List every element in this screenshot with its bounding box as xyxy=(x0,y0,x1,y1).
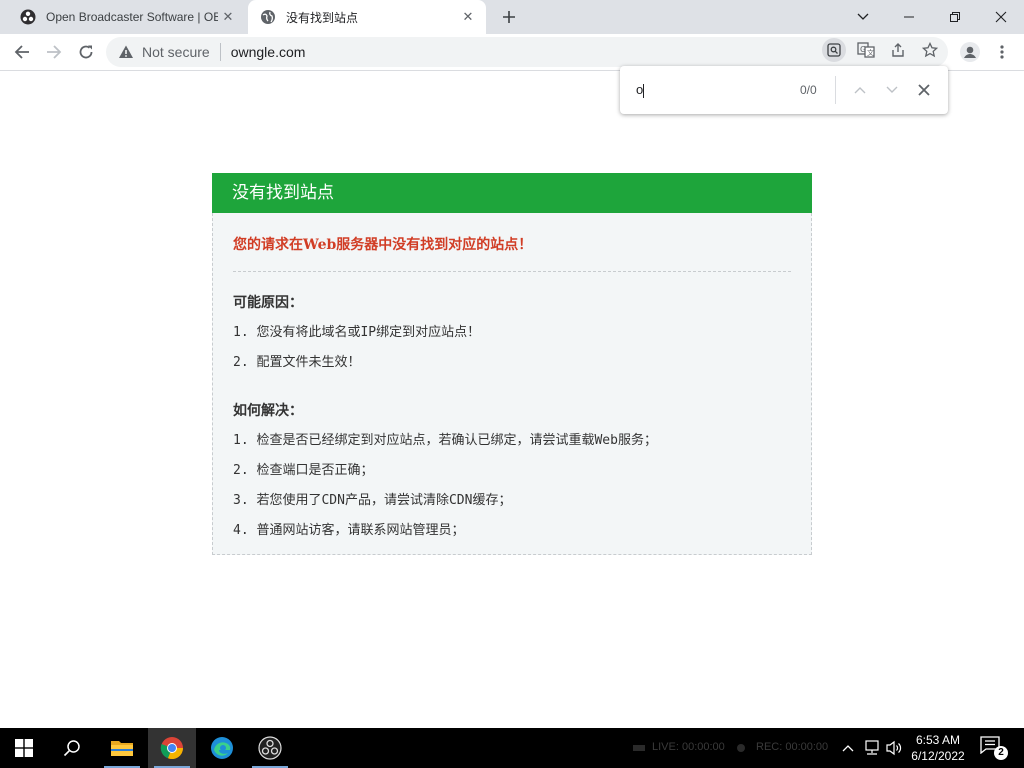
plus-icon xyxy=(503,11,515,23)
tab-obs[interactable]: Open Broadcaster Software | OBS ✕ xyxy=(8,0,246,34)
start-button[interactable] xyxy=(0,728,48,768)
show-hidden-icons-button[interactable] xyxy=(838,738,858,758)
list-item: 2. 配置文件未生效！ xyxy=(233,355,361,370)
tab-search-button[interactable] xyxy=(840,0,886,34)
search-button[interactable] xyxy=(48,728,96,768)
page-title: 没有找到站点 xyxy=(212,173,812,213)
find-next-button[interactable] xyxy=(880,78,904,102)
action-center-button[interactable]: 2 xyxy=(980,736,1008,760)
warning-icon xyxy=(119,45,133,58)
search-icon xyxy=(63,740,80,757)
find-in-page-button[interactable] xyxy=(822,38,846,62)
obs-rec-status: REC: 00:00:00 xyxy=(756,741,829,753)
tab-close-icon[interactable]: ✕ xyxy=(458,7,478,27)
volume-button[interactable] xyxy=(884,738,904,758)
arrow-left-icon xyxy=(14,45,29,59)
restore-button[interactable] xyxy=(932,0,978,34)
find-bar: o 0/0 xyxy=(620,66,948,114)
chevron-up-icon xyxy=(842,745,854,752)
card-body: 您的请求在Web服务器中没有找到对应的站点！ 可能原因： 1. 您没有将此域名或… xyxy=(212,213,812,555)
list-item: 2. 检查端口是否正确； xyxy=(233,463,374,478)
reload-button[interactable] xyxy=(72,38,100,66)
notification-count-badge: 2 xyxy=(994,746,1008,760)
url-text[interactable]: owngle.com xyxy=(231,44,306,60)
back-button[interactable] xyxy=(8,38,36,66)
menu-button[interactable] xyxy=(988,38,1016,66)
error-card: 没有找到站点 您的请求在Web服务器中没有找到对应的站点！ 可能原因： 1. 您… xyxy=(212,173,812,555)
folder-icon xyxy=(111,741,133,756)
translate-button[interactable]: G文 xyxy=(854,38,878,62)
solutions-heading: 如何解决： xyxy=(233,403,303,419)
causes-heading: 可能原因： xyxy=(233,295,303,311)
obs-favicon-icon xyxy=(20,9,36,25)
tab-title: 没有找到站点 xyxy=(286,10,359,25)
profile-button[interactable] xyxy=(956,38,984,66)
close-icon xyxy=(995,11,1007,23)
globe-icon xyxy=(261,10,275,24)
find-input[interactable]: o xyxy=(636,82,786,98)
list-item: 1. 检查是否已经绑定到对应站点，若确认已绑定，请尝试重载Web服务； xyxy=(233,433,657,448)
restore-icon xyxy=(950,12,960,22)
find-match-count: 0/0 xyxy=(800,83,817,97)
close-window-button[interactable] xyxy=(978,0,1024,34)
obs-live-icon xyxy=(630,738,648,758)
tab-close-icon[interactable]: ✕ xyxy=(218,7,238,27)
clock-time: 6:53 AM xyxy=(915,733,961,747)
translate-icon: G文 xyxy=(857,42,875,58)
tab-strip: Open Broadcaster Software | OBS ✕ 没有找到站点… xyxy=(0,0,1024,34)
clock-date: 6/12/2022 xyxy=(911,749,965,763)
chevron-down-icon xyxy=(857,13,869,20)
causes-list: 1. 您没有将此域名或IP绑定到对应站点！ 2. 配置文件未生效！ xyxy=(233,318,791,378)
chrome-taskbar-button[interactable] xyxy=(148,728,196,768)
forward-button[interactable] xyxy=(40,38,68,66)
minimize-icon xyxy=(904,16,914,18)
list-item: 4. 普通网站访客，请联系网站管理员； xyxy=(233,523,465,538)
tab-title: Open Broadcaster Software | OBS xyxy=(46,10,218,24)
kebab-menu-icon xyxy=(1000,45,1004,59)
list-item: 3. 若您使用了CDN产品，请尝试清除CDN缓存； xyxy=(233,493,512,508)
omnibox-divider xyxy=(219,43,221,61)
speaker-icon xyxy=(886,740,902,756)
find-icon xyxy=(827,43,841,57)
reload-icon xyxy=(79,45,93,59)
svg-text:文: 文 xyxy=(867,48,874,57)
find-close-button[interactable] xyxy=(912,78,936,102)
list-item: 1. 您没有将此域名或IP绑定到对应站点！ xyxy=(233,325,481,340)
chrome-icon xyxy=(160,737,184,760)
find-query-text: o xyxy=(636,82,644,98)
avatar-icon xyxy=(960,42,980,62)
edge-taskbar-button[interactable] xyxy=(198,728,246,768)
bookmark-button[interactable] xyxy=(918,38,942,62)
windows-logo-icon xyxy=(15,739,33,757)
obs-taskbar-button[interactable] xyxy=(246,728,294,768)
find-divider xyxy=(835,76,836,104)
chevron-up-icon xyxy=(854,87,866,94)
chevron-down-icon xyxy=(886,86,898,93)
file-explorer-button[interactable] xyxy=(98,728,146,768)
obs-live-status: LIVE: 00:00:00 xyxy=(652,741,725,753)
solutions-list: 1. 检查是否已经绑定到对应站点，若确认已绑定，请尝试重载Web服务； 2. 检… xyxy=(233,426,791,546)
star-icon xyxy=(922,42,938,58)
minimize-button[interactable] xyxy=(886,0,932,34)
obs-rec-icon xyxy=(732,738,750,758)
share-icon xyxy=(892,43,904,57)
tab-active[interactable]: 没有找到站点 ✕ xyxy=(248,0,486,34)
obs-icon xyxy=(258,736,282,760)
close-icon xyxy=(918,84,930,96)
new-tab-button[interactable] xyxy=(496,4,522,30)
share-button[interactable] xyxy=(886,38,910,62)
clock[interactable]: 6:53 AM 6/12/2022 xyxy=(906,732,970,764)
security-label[interactable]: Not secure xyxy=(142,44,210,60)
text-caret xyxy=(643,83,645,98)
taskbar: LIVE: 00:00:00 REC: 00:00:00 6:53 AM 6/1… xyxy=(0,728,1024,768)
edge-icon xyxy=(211,737,233,759)
arrow-right-icon xyxy=(47,45,62,59)
error-message: 您的请求在Web服务器中没有找到对应的站点！ xyxy=(233,213,791,272)
network-icon xyxy=(865,740,879,755)
network-button[interactable] xyxy=(862,738,882,758)
find-previous-button[interactable] xyxy=(848,78,872,102)
